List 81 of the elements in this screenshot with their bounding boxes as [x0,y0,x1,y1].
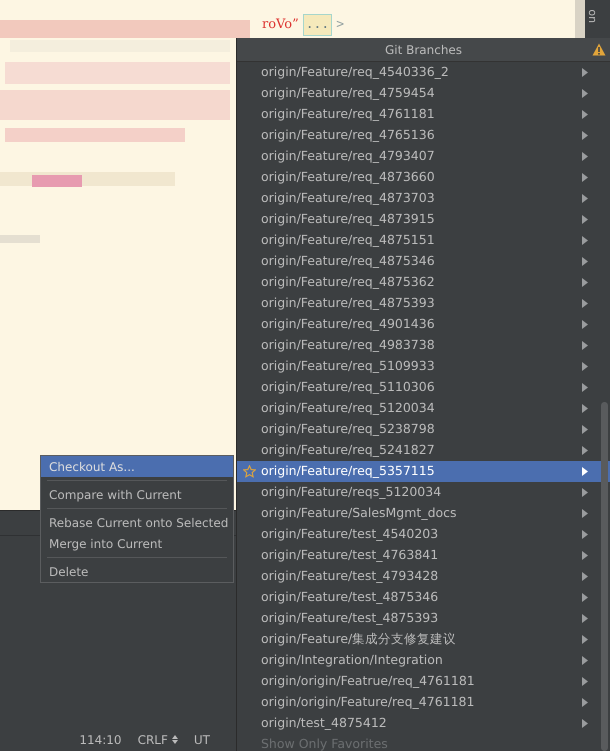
menu-item[interactable]: Compare with Current [41,484,233,505]
branch-item[interactable]: origin/Feature/req_4873703 [237,188,610,209]
submenu-arrow-icon [582,698,588,707]
submenu-arrow-icon [582,425,588,434]
submenu-arrow-icon [582,152,588,161]
branch-item[interactable]: origin/Integration/Integration [237,650,610,671]
submenu-arrow-icon [582,68,588,77]
fold-arrow: > [336,16,344,34]
branch-item[interactable]: origin/Feature/test_4875346 [237,587,610,608]
branch-item[interactable]: origin/Feature/req_4873660 [237,167,610,188]
branch-item[interactable]: origin/Feature/req_4540336_2 [237,62,610,83]
branch-item[interactable]: origin/Feature/req_5357115 [237,461,610,482]
branch-item[interactable]: origin/Feature/test_4540203 [237,524,610,545]
branch-item[interactable]: origin/Feature/test_4763841 [237,545,610,566]
submenu-arrow-icon [582,320,588,329]
branch-item[interactable]: origin/Feature/test_4875393 [237,608,610,629]
branch-item[interactable]: origin/Feature/req_4875362 [237,272,610,293]
branch-item[interactable]: origin/Feature/req_4873915 [237,209,610,230]
up-down-icon [172,735,178,744]
branch-item[interactable]: origin/test_4875412 [237,713,610,734]
branch-item[interactable]: origin/Feature/req_5109933 [237,356,610,377]
branch-item[interactable]: origin/Feature/req_5238798 [237,419,610,440]
branch-item[interactable]: origin/origin/Featrue/req_4761181 [237,671,610,692]
branch-item[interactable]: origin/origin/Feature/req_4761181 [237,692,610,713]
menu-item[interactable]: Checkout As... [41,456,233,477]
branch-item[interactable]: origin/Feature/req_5110306 [237,377,610,398]
submenu-arrow-icon [582,257,588,266]
submenu-arrow-icon [582,551,588,560]
submenu-arrow-icon [582,194,588,203]
branch-item[interactable]: origin/Feature/req_4875151 [237,230,610,251]
branch-item[interactable]: origin/Feature/reqs_5120034 [237,482,610,503]
branch-item[interactable]: origin/Feature/req_4765136 [237,125,610,146]
branch-item[interactable]: origin/Feature/req_4793407 [237,146,610,167]
branch-item[interactable]: origin/Feature/req_4759454 [237,83,610,104]
submenu-arrow-icon [582,593,588,602]
submenu-arrow-icon [582,446,588,455]
scrollbar-thumb[interactable] [601,402,608,751]
branch-item[interactable]: origin/Feature/req_4761181 [237,104,610,125]
menu-item[interactable]: Rebase Current onto Selected [41,512,233,533]
popup-title: Git Branches [384,42,462,58]
line-separator-selector[interactable]: CRLF [138,730,178,748]
branch-item[interactable]: origin/Feature/req_4875393 [237,293,610,314]
side-tab[interactable]: on [584,9,600,24]
submenu-arrow-icon [582,215,588,224]
branch-item[interactable]: origin/Feature/req_5120034 [237,398,610,419]
star-icon[interactable] [243,465,256,478]
warning-icon[interactable] [592,43,606,56]
submenu-arrow-icon [582,299,588,308]
submenu-arrow-icon [582,530,588,539]
submenu-arrow-icon [582,131,588,140]
encoding-selector[interactable]: UT [194,730,210,748]
menu-item[interactable]: Merge into Current [41,533,233,554]
submenu-arrow-icon [582,677,588,686]
submenu-arrow-icon [582,572,588,581]
fold-marker[interactable]: ... [302,14,332,36]
submenu-arrow-icon [582,341,588,350]
submenu-arrow-icon [582,173,588,182]
menu-item[interactable]: Delete [41,561,233,582]
branch-item[interactable]: origin/Feature/req_5241827 [237,440,610,461]
branch-item[interactable]: origin/Feature/SalesMgmt_docs [237,503,610,524]
submenu-arrow-icon [582,509,588,518]
submenu-arrow-icon [582,656,588,665]
submenu-arrow-icon [582,719,588,728]
submenu-arrow-icon [582,635,588,644]
submenu-arrow-icon [582,614,588,623]
code-text: roVo” [262,16,299,34]
branch-item[interactable]: origin/Feature/req_4983738 [237,335,610,356]
submenu-arrow-icon [582,236,588,245]
submenu-arrow-icon [582,89,588,98]
submenu-arrow-icon [582,278,588,287]
submenu-arrow-icon [582,362,588,371]
branch-item[interactable]: origin/Feature/req_4901436 [237,314,610,335]
submenu-arrow-icon [582,488,588,497]
branch-item[interactable]: origin/Feature/req_4875346 [237,251,610,272]
submenu-arrow-icon [582,383,588,392]
submenu-arrow-icon [582,467,588,476]
cursor-position[interactable]: 114:10 [79,730,122,748]
submenu-arrow-icon [582,404,588,413]
branch-item[interactable]: origin/Feature/集成分支修复建议 [237,629,610,650]
submenu-arrow-icon [582,110,588,119]
branch-item[interactable]: origin/Feature/test_4793428 [237,566,610,587]
